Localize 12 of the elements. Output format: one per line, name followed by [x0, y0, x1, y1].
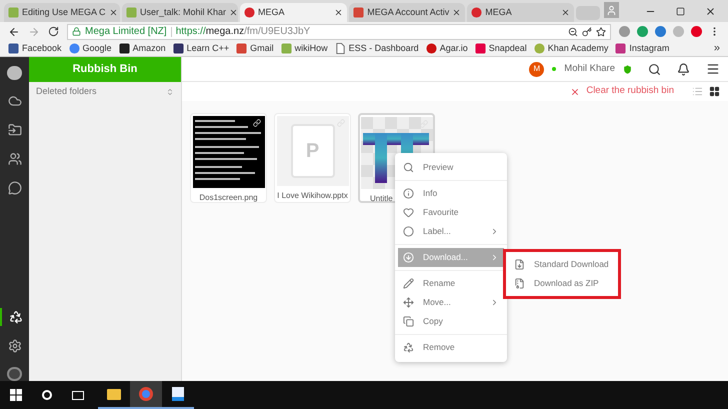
security-label: Mega Limited [NZ] — [85, 25, 167, 39]
file-name: I Love Wikihow.pptx — [277, 190, 348, 202]
url-text: https://mega.nz/fm/U9EU3JbY — [176, 25, 310, 39]
tree-header: Deleted folders — [36, 84, 97, 98]
tab-title: MEGA — [485, 6, 513, 19]
file-name: Dos1screen.png — [199, 192, 258, 204]
tab-title: MEGA — [258, 6, 286, 19]
file-name: Untitle — [370, 193, 393, 205]
tab-title: MEGA Account Activ — [367, 6, 450, 19]
tab-title: Editing Use MEGA C — [22, 6, 106, 19]
tab-title: User_talk: Mohil Khar — [140, 6, 226, 19]
panel-header: Rubbish Bin — [29, 57, 181, 82]
